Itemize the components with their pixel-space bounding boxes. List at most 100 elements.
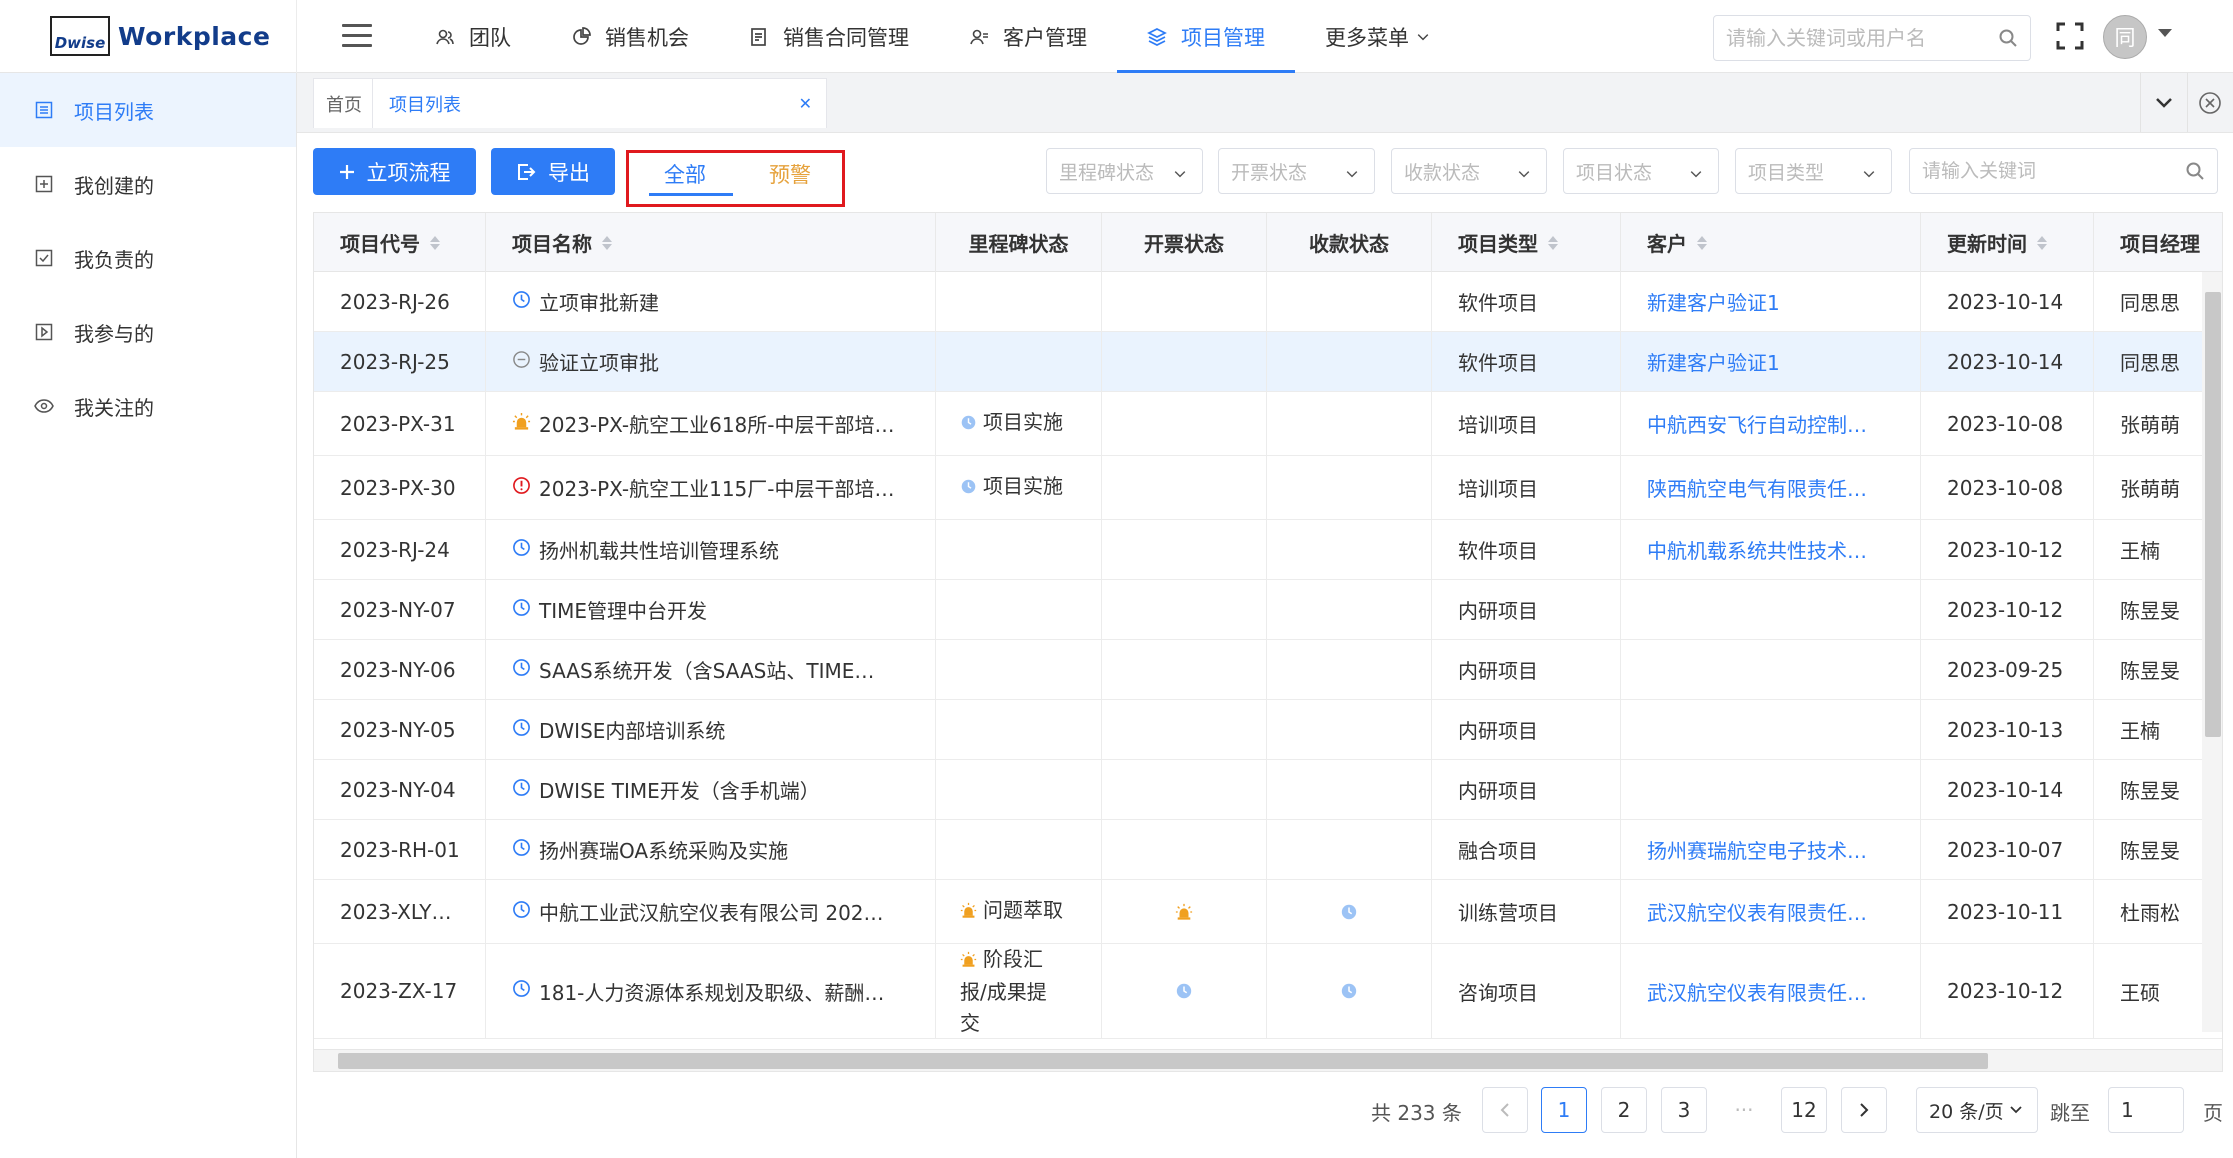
cell-更新时间: 2023-10-14 [1921,332,2094,391]
customer-link[interactable]: 新建客户验证1 [1647,287,1780,316]
column-header-7[interactable]: 更新时间 [1921,213,2094,272]
sidebar-item-2[interactable]: 我负责的 [0,221,296,295]
sort-icon[interactable] [602,235,612,250]
keyword-search-input[interactable] [1922,160,2185,182]
project-type: 内研项目 [1458,659,1538,683]
table-row[interactable]: 2023-NY-05 DWISE内部培训系统 内研项目 2023-10-13 王楠 [314,700,2222,760]
filter-select-4[interactable]: 项目类型 [1735,148,1892,194]
project-name[interactable]: 中航工业武汉航空仪表有限公司 202… [539,897,884,926]
project-name[interactable]: 验证立项审批 [539,347,659,376]
table-row[interactable]: 2023-ZX-17 181-人力资源体系规划及职级、薪酬… 阶段汇报/成果提交 咨询… [314,944,2222,1039]
vertical-scroll-thumb[interactable] [2205,292,2221,737]
nav-item-4[interactable]: 项目管理 [1117,0,1295,73]
sort-icon[interactable] [2037,235,2047,250]
tab-project-list[interactable]: 项目列表 ✕ [372,78,827,128]
table-row[interactable]: 2023-XLY… 中航工业武汉航空仪表有限公司 202… 问题萃取 训练营项目 武汉航… [314,880,2222,944]
customer-link[interactable]: 武汉航空仪表有限责任… [1647,897,1867,926]
tab-home[interactable]: 首页 [313,78,375,128]
close-icon[interactable]: ✕ [799,94,812,113]
page-button[interactable]: 3 [1661,1087,1707,1133]
project-name[interactable]: 2023-PX-航空工业115厂-中层干部培… [539,473,895,502]
menu-toggle-icon[interactable] [342,24,372,48]
page-button[interactable]: 2 [1601,1087,1647,1133]
sort-icon[interactable] [1548,235,1558,250]
customer-link[interactable]: 陕西航空电气有限责任… [1647,473,1867,502]
search-icon[interactable] [1998,28,2018,48]
project-name[interactable]: TIME管理中台开发 [539,595,707,624]
project-name[interactable]: SAAS系统开发（含SAAS站、TIME… [539,655,874,684]
clock-icon [513,838,530,856]
customer-link[interactable]: 中航机载系统共性技术… [1647,535,1867,564]
table-row[interactable]: 2023-RJ-24 扬州机载共性培训管理系统 软件项目 中航机载系统共性技术… 202… [314,520,2222,580]
sidebar-item-0[interactable]: 项目列表 [0,73,296,147]
create-project-button[interactable]: 立项流程 [313,148,476,195]
project-name[interactable]: DWISE内部培训系统 [539,715,725,744]
cell-里程碑状态 [936,520,1102,579]
avatar[interactable]: 同 [2103,15,2147,59]
user-menu-caret-icon[interactable] [2158,29,2172,37]
column-header-6[interactable]: 客户 [1621,213,1921,272]
logo[interactable]: Dwise Workplace [50,16,270,56]
keyword-search[interactable] [1909,148,2218,194]
column-header-5[interactable]: 项目类型 [1432,213,1621,272]
chevron-down-icon [1346,171,1358,178]
global-search-input[interactable] [1726,26,1998,50]
nav-item-3[interactable]: 客户管理 [939,0,1117,73]
filter-select-2[interactable]: 收款状态 [1391,148,1547,194]
page-button[interactable]: 12 [1781,1087,1827,1133]
project-name[interactable]: DWISE TIME开发（含手机端） [539,775,820,804]
search-icon[interactable] [2185,161,2205,181]
table-row[interactable]: 2023-NY-06 SAAS系统开发（含SAAS站、TIME… 内研项目 2023-… [314,640,2222,700]
nav-item-0[interactable]: 团队 [405,0,541,73]
customer-link[interactable]: 扬州赛瑞航空电子技术… [1647,835,1867,864]
nav-item-1[interactable]: 销售机会 [541,0,719,73]
project-name[interactable]: 扬州机载共性培训管理系统 [539,535,779,564]
vertical-scrollbar[interactable] [2202,272,2222,1032]
column-header-0[interactable]: 项目代号 [314,213,486,272]
project-name[interactable]: 扬州赛瑞OA系统采购及实施 [539,835,788,864]
table-row[interactable]: 2023-PX-30 2023-PX-航空工业115厂-中层干部培… 项目实施 培训项… [314,456,2222,520]
segment-all[interactable]: 全部 [664,159,706,189]
close-all-tabs-icon[interactable] [2186,73,2233,132]
clock-filled-icon [961,479,976,494]
sidebar-item-1[interactable]: 我创建的 [0,147,296,221]
table-row[interactable]: 2023-RJ-25 验证立项审批 软件项目 新建客户验证1 2023-10-14 同思思 [314,332,2222,392]
filter-select-3[interactable]: 项目状态 [1563,148,1719,194]
project-name[interactable]: 2023-PX-航空工业618所-中层干部培… [539,409,895,438]
customer-link[interactable]: 武汉航空仪表有限责任… [1647,977,1867,1006]
sidebar-item-4[interactable]: 我关注的 [0,369,296,443]
table-row[interactable]: 2023-NY-07 TIME管理中台开发 内研项目 2023-10-12 陈昱旻 [314,580,2222,640]
export-button[interactable]: 导出 [491,148,615,195]
nav-item-5[interactable]: 更多菜单 [1295,0,1475,73]
segment-warning[interactable]: 预警 [769,159,811,189]
global-search[interactable] [1713,15,2031,61]
horizontal-scrollbar[interactable] [314,1049,2222,1071]
project-name[interactable]: 181-人力资源体系规划及职级、薪酬… [539,977,884,1006]
page-size-select[interactable]: 20 条/页 [1916,1087,2038,1133]
nav-item-2[interactable]: 销售合同管理 [719,0,939,73]
tab-dropdown-icon[interactable] [2140,73,2187,132]
filter-select-0[interactable]: 里程碑状态 [1046,148,1203,194]
customer-link[interactable]: 新建客户验证1 [1647,347,1780,376]
table-row[interactable]: 2023-RH-01 扬州赛瑞OA系统采购及实施 融合项目 扬州赛瑞航空电子技术… 20… [314,820,2222,880]
customer-link[interactable]: 中航西安飞行自动控制… [1647,409,1867,438]
next-page-button[interactable] [1841,1087,1887,1133]
table-row[interactable]: 2023-NY-04 DWISE TIME开发（含手机端） 内研项目 2023-10-… [314,760,2222,820]
chevron-left-icon [1500,1103,1509,1117]
project-type: 融合项目 [1458,839,1538,863]
sidebar-item-3[interactable]: 我参与的 [0,295,296,369]
cell-里程碑状态 [936,332,1102,391]
horizontal-scroll-thumb[interactable] [338,1053,1988,1069]
fullscreen-icon[interactable] [2056,22,2084,50]
sort-icon[interactable] [430,235,440,250]
project-name[interactable]: 立项审批新建 [539,287,659,316]
table-row[interactable]: 2023-PX-31 2023-PX-航空工业618所-中层干部培… 项目实施 培训项… [314,392,2222,456]
filter-select-1[interactable]: 开票状态 [1218,148,1375,194]
jump-page-input[interactable] [2108,1087,2184,1133]
project-manager: 王楠 [2120,719,2160,743]
page-button[interactable]: 1 [1541,1087,1587,1133]
column-header-1[interactable]: 项目名称 [486,213,936,272]
table-row[interactable]: 2023-RJ-26 立项审批新建 软件项目 新建客户验证1 2023-10-14 同思思 [314,272,2222,332]
sort-icon[interactable] [1697,235,1707,250]
prev-page-button[interactable] [1482,1087,1528,1133]
